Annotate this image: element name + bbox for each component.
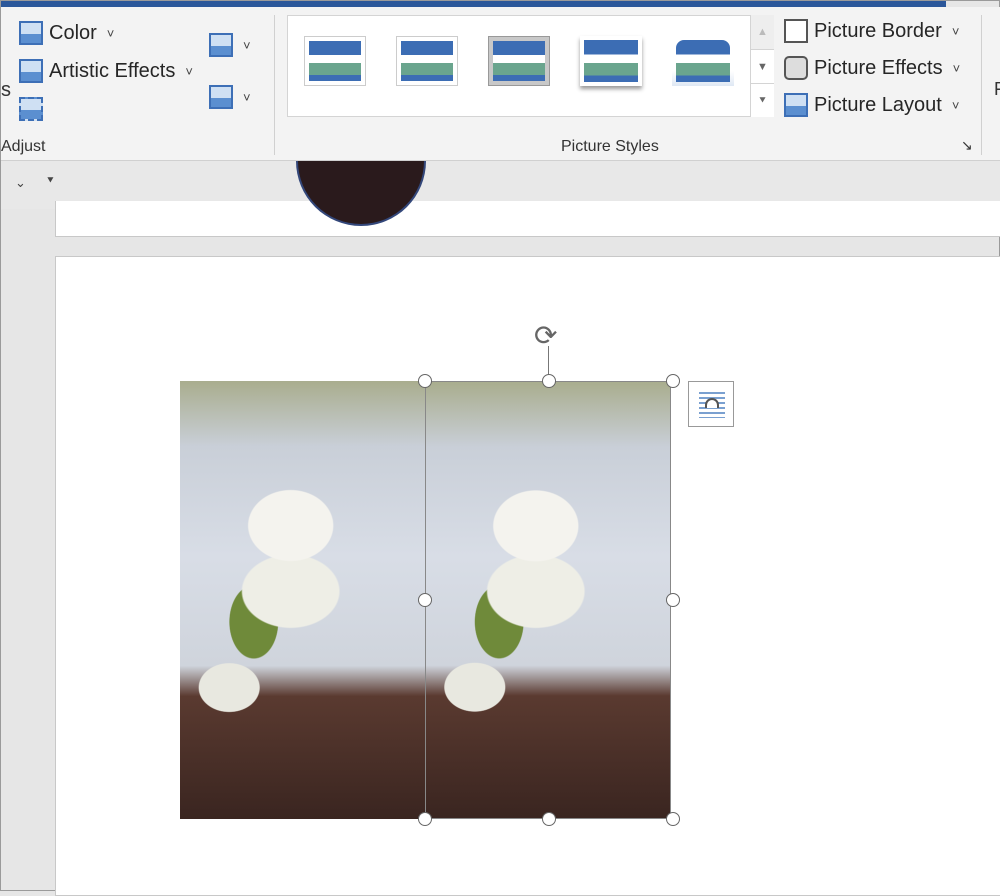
picture-border-label: Picture Border bbox=[814, 19, 942, 42]
artistic-effects-icon bbox=[19, 59, 43, 83]
chevron-down-icon[interactable]: ⌄ bbox=[15, 175, 26, 191]
compress-pictures-button[interactable] bbox=[19, 97, 43, 121]
change-picture-button[interactable]: ˅ bbox=[209, 33, 251, 57]
group-divider bbox=[274, 15, 275, 155]
ribbon: s Color ˅ Artistic Effects ˅ ˅ ˅ Adjust ▲ … bbox=[1, 7, 1000, 161]
layout-options-button[interactable] bbox=[688, 381, 734, 427]
color-icon bbox=[19, 21, 43, 45]
picture-style-4[interactable] bbox=[580, 36, 642, 86]
gallery-scroll-down[interactable]: ▼ bbox=[750, 49, 774, 83]
chevron-down-icon: ˅ bbox=[243, 37, 251, 53]
group-divider bbox=[981, 15, 982, 155]
picture-style-3-selected[interactable] bbox=[488, 36, 550, 86]
chevron-down-icon: ˅ bbox=[243, 89, 251, 105]
change-picture-icon bbox=[209, 33, 233, 57]
resize-handle[interactable] bbox=[418, 812, 432, 826]
picture-layout-label: Picture Layout bbox=[814, 93, 942, 116]
partial-label-right: F bbox=[994, 79, 1000, 99]
reset-picture-button[interactable]: ˅ bbox=[209, 85, 251, 109]
partial-label: s bbox=[1, 79, 11, 101]
resize-handle[interactable] bbox=[666, 374, 680, 388]
color-label: Color bbox=[49, 21, 97, 44]
resize-handle[interactable] bbox=[418, 593, 432, 607]
picture-styles-gallery: ▲ ▼ ⯆ bbox=[287, 15, 774, 117]
artistic-effects-button[interactable]: Artistic Effects ˅ bbox=[19, 59, 193, 83]
artistic-effects-label: Artistic Effects bbox=[49, 59, 176, 82]
rotate-handle-icon[interactable]: ⟳ bbox=[534, 319, 557, 352]
reset-picture-icon bbox=[209, 85, 233, 109]
adjust-group-label: Adjust bbox=[1, 138, 46, 155]
flower-photo-right-selected[interactable] bbox=[425, 381, 671, 819]
chevron-down-icon: ˅ bbox=[106, 25, 115, 41]
chevron-down-icon: ˅ bbox=[951, 23, 960, 39]
picture-layout-button[interactable]: Picture Layout ˅ bbox=[784, 93, 959, 117]
chevron-down-icon: ˅ bbox=[952, 60, 961, 76]
pencil-icon bbox=[784, 19, 808, 43]
gallery-more-button[interactable]: ⯆ bbox=[750, 83, 774, 117]
picture-effects-button[interactable]: Picture Effects ˅ bbox=[784, 56, 960, 80]
flower-photo-left[interactable] bbox=[180, 381, 426, 819]
resize-handle[interactable] bbox=[418, 374, 432, 388]
picture-styles-group-label: Picture Styles bbox=[561, 138, 659, 155]
color-button[interactable]: Color ˅ bbox=[19, 21, 114, 45]
picture-style-5[interactable] bbox=[672, 36, 734, 86]
picture-layout-icon bbox=[784, 93, 808, 117]
resize-handle[interactable] bbox=[542, 812, 556, 826]
dialog-launcher-icon[interactable]: ↘ bbox=[961, 137, 973, 154]
resize-handle[interactable] bbox=[666, 812, 680, 826]
picture-effects-label: Picture Effects bbox=[814, 56, 943, 79]
picture-style-2[interactable] bbox=[396, 36, 458, 86]
gallery-scroll-up[interactable]: ▲ bbox=[750, 15, 774, 49]
compress-pictures-icon bbox=[19, 97, 43, 121]
resize-handle[interactable] bbox=[666, 593, 680, 607]
chevron-down-icon: ˅ bbox=[185, 63, 193, 79]
layout-options-icon bbox=[699, 392, 725, 418]
picture-style-1[interactable] bbox=[304, 36, 366, 86]
chevron-down-icon: ˅ bbox=[951, 97, 960, 113]
previous-page bbox=[55, 161, 1000, 237]
circle-image bbox=[296, 161, 426, 226]
picture-effects-icon bbox=[784, 56, 808, 80]
customize-menu-icon[interactable]: ⯆ bbox=[46, 175, 55, 188]
picture-border-button[interactable]: Picture Border ˅ bbox=[784, 19, 959, 43]
resize-handle[interactable] bbox=[542, 374, 556, 388]
